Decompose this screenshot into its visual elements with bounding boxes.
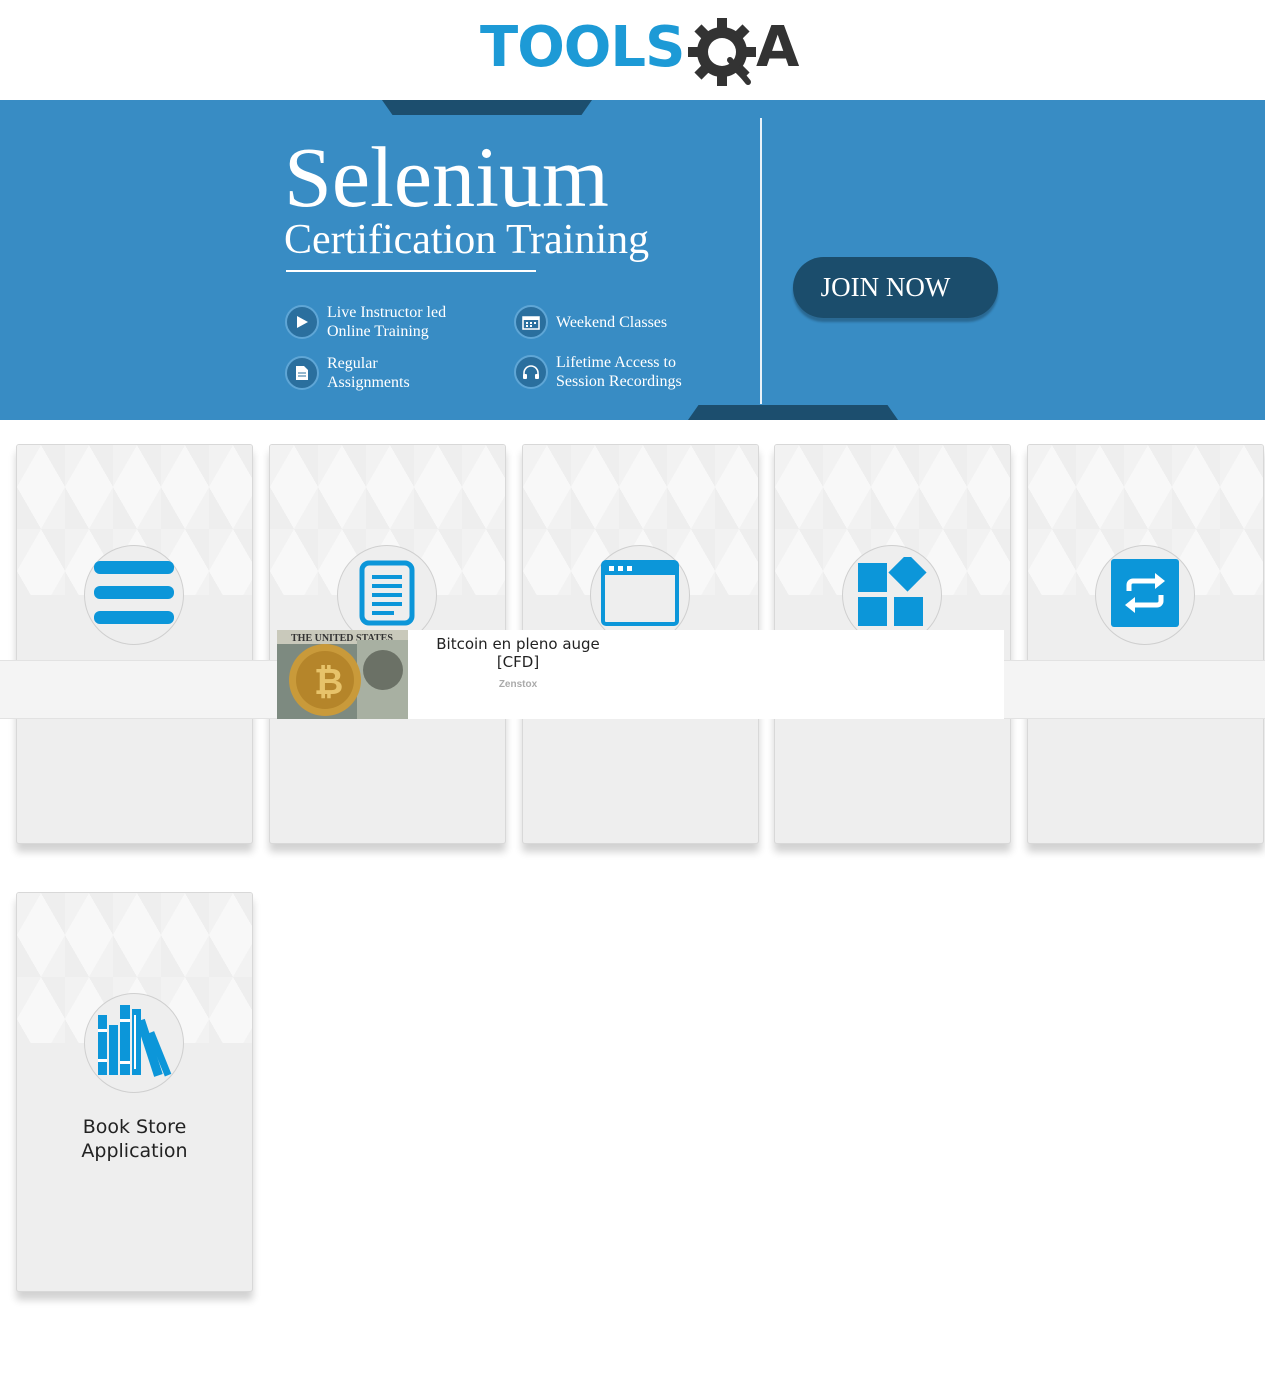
category-card-interactions[interactable] xyxy=(1027,444,1264,844)
card-avatar xyxy=(1095,545,1195,645)
feature-text: Regular xyxy=(327,355,378,372)
play-icon xyxy=(285,305,319,339)
selenium-training-banner[interactable]: Selenium Certification Training Live Ins… xyxy=(0,100,1265,420)
feature-weekend-classes: Weekend Classes xyxy=(514,305,667,339)
category-card-elements[interactable] xyxy=(16,444,253,844)
ad-image[interactable]: THE UNITED STATES ₿ xyxy=(277,630,408,719)
headphones-icon xyxy=(514,355,548,389)
feature-live-training: Live Instructor led Online Training xyxy=(285,303,446,341)
toolsqa-logo[interactable]: TOOLS A xyxy=(480,14,810,94)
feature-lifetime-access: Lifetime Access to Session Recordings xyxy=(514,353,682,391)
widgets-icon xyxy=(856,552,928,634)
card-avatar xyxy=(84,993,184,1093)
banner-divider-line xyxy=(286,270,536,272)
feature-text: Lifetime Access to xyxy=(556,354,676,371)
banner-decor-top xyxy=(382,100,592,115)
ad-source: Zenstox xyxy=(498,679,538,690)
banner-vertical-divider xyxy=(760,118,762,404)
card-title: Book Store Application xyxy=(81,1116,188,1162)
banner-decor-bottom xyxy=(688,405,898,420)
banner-title: Selenium xyxy=(284,129,609,225)
books-icon xyxy=(92,1001,176,1086)
feature-text: Live Instructor led xyxy=(327,304,447,321)
card-avatar xyxy=(84,545,184,645)
category-card-book-store[interactable]: Book Store Application xyxy=(16,892,253,1292)
banner-subtitle: Certification Training xyxy=(284,217,650,263)
join-now-button[interactable]: JOIN NOW xyxy=(793,257,998,318)
calendar-icon xyxy=(514,305,548,339)
page: TOOLS A Selenium Certification Training … xyxy=(0,0,1265,1392)
document-icon xyxy=(285,356,319,390)
sponsored-ad[interactable]: THE UNITED STATES ₿ Bitcoin en pleno aug… xyxy=(277,630,1004,719)
svg-text:A: A xyxy=(756,15,800,80)
feature-text: Session Recordings xyxy=(556,373,682,390)
feature-assignments: Regular Assignments xyxy=(285,354,410,392)
feature-text: Online Training xyxy=(327,323,429,340)
svg-text:₿: ₿ xyxy=(314,662,343,703)
browser-window-icon xyxy=(601,559,679,631)
ad-headline[interactable]: Bitcoin en pleno auge [CFD] xyxy=(427,635,609,671)
site-header: TOOLS A xyxy=(0,0,1265,100)
gear-icon xyxy=(688,18,756,86)
svg-text:TOOLS: TOOLS xyxy=(480,15,684,80)
feature-text: Weekend Classes xyxy=(556,313,668,331)
feature-text: Assignments xyxy=(327,374,410,391)
interaction-arrows-icon xyxy=(1111,558,1179,632)
form-icon xyxy=(359,560,415,631)
hamburger-icon xyxy=(94,559,174,632)
